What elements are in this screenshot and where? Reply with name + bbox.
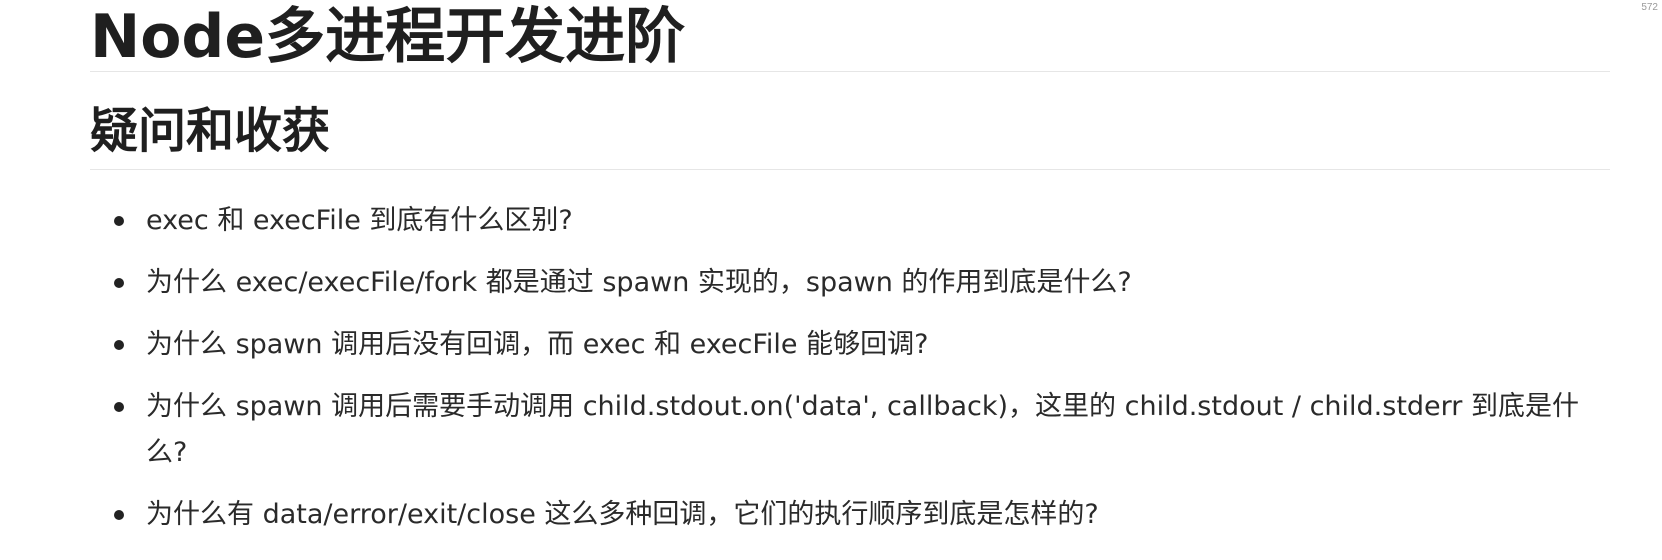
list-item: 为什么 spawn 调用后没有回调，而 exec 和 execFile 能够回调… <box>90 322 1610 368</box>
list-item: exec 和 execFile 到底有什么区别? <box>90 198 1610 244</box>
list-item-text: exec 和 execFile 到底有什么区别? <box>146 205 573 236</box>
list-item: 为什么有 data/error/exit/close 这么多种回调，它们的执行顺… <box>90 492 1610 538</box>
list-item-text: 为什么 exec/execFile/fork 都是通过 spawn 实现的，sp… <box>146 267 1132 298</box>
page-title-block: Node多进程开发进阶 <box>90 2 1610 72</box>
page-marker: 572 <box>1641 2 1658 13</box>
list-item-text: 为什么 spawn 调用后没有回调，而 exec 和 execFile 能够回调… <box>146 329 929 360</box>
bullet-icon <box>114 402 124 412</box>
document-page: 572 Node多进程开发进阶 疑问和收获 exec 和 execFile 到底… <box>0 0 1662 560</box>
question-list: exec 和 execFile 到底有什么区别? 为什么 exec/execFi… <box>90 198 1610 554</box>
section-heading-block: 疑问和收获 <box>90 100 1610 170</box>
list-item-text: 为什么 spawn 调用后需要手动调用 child.stdout.on('dat… <box>146 391 1579 468</box>
section-heading: 疑问和收获 <box>90 103 331 159</box>
bullet-icon <box>114 510 124 520</box>
list-item-text: 为什么有 data/error/exit/close 这么多种回调，它们的执行顺… <box>146 499 1099 530</box>
page-title: Node多进程开发进阶 <box>90 2 686 72</box>
bullet-icon <box>114 340 124 350</box>
bullet-icon <box>114 278 124 288</box>
list-item: 为什么 exec/execFile/fork 都是通过 spawn 实现的，sp… <box>90 260 1610 306</box>
bullet-icon <box>114 216 124 226</box>
list-item: 为什么 spawn 调用后需要手动调用 child.stdout.on('dat… <box>90 384 1610 476</box>
